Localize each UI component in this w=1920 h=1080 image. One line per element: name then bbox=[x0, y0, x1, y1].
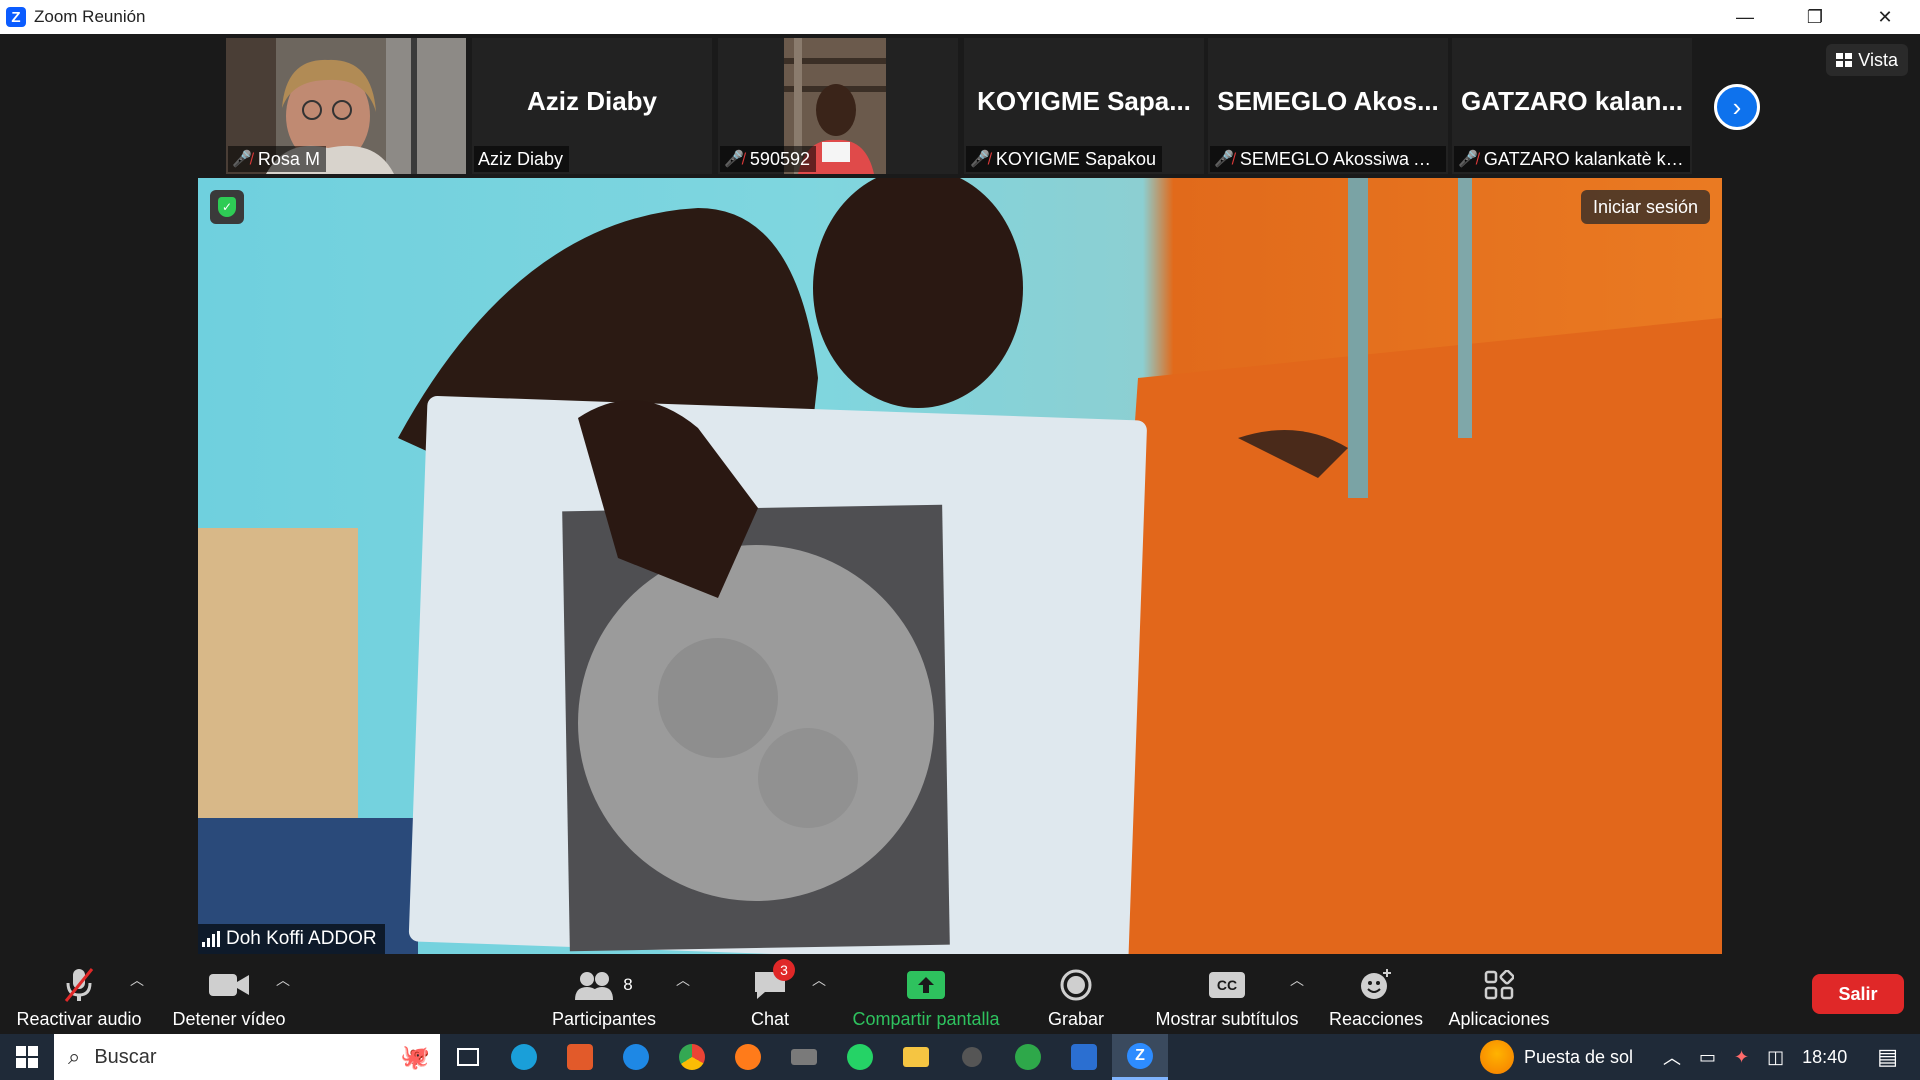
share-screen-icon bbox=[907, 967, 945, 1003]
participant-name-label: 🎤̸ Rosa M bbox=[228, 146, 326, 172]
captions-options-chevron-icon[interactable]: ︿ bbox=[1290, 970, 1304, 990]
octopus-doodle-icon: 🐙 bbox=[400, 1043, 430, 1071]
chrome-icon[interactable] bbox=[664, 1034, 720, 1080]
emoji-add-icon bbox=[1359, 967, 1393, 1003]
mic-muted-icon: 🎤̸ bbox=[1214, 151, 1234, 168]
start-button[interactable] bbox=[0, 1034, 54, 1080]
mic-muted-icon: 🎤̸ bbox=[1458, 151, 1478, 168]
window-controls: — ❐ ✕ bbox=[1710, 0, 1920, 34]
search-icon: ⌕ bbox=[68, 1044, 81, 1069]
signin-button[interactable]: Iniciar sesión bbox=[1580, 190, 1710, 224]
taskbar-search-box[interactable]: ⌕ Buscar 🐙 bbox=[54, 1034, 440, 1080]
office-icon[interactable] bbox=[552, 1034, 608, 1080]
refresh-app-icon[interactable] bbox=[1000, 1034, 1056, 1080]
task-view-icon[interactable] bbox=[440, 1034, 496, 1080]
participant-tile[interactable]: 🎤̸ 590592 bbox=[718, 38, 958, 174]
weather-widget[interactable]: Puesta de sol bbox=[1479, 1040, 1633, 1074]
chevron-up-icon[interactable]: ︿ bbox=[1663, 1044, 1681, 1070]
participants-icon: 8 bbox=[575, 967, 633, 1003]
record-icon bbox=[1060, 967, 1092, 1003]
speaker-name-label: Doh Koffi ADDOR bbox=[198, 924, 385, 954]
mic-muted-icon: 🎤̸ bbox=[970, 151, 990, 168]
leave-meeting-button[interactable]: Salir bbox=[1812, 974, 1904, 1014]
view-button[interactable]: Vista bbox=[1826, 44, 1908, 76]
whatsapp-icon[interactable] bbox=[832, 1034, 888, 1080]
grid-view-icon bbox=[1836, 53, 1853, 67]
participants-count: 8 bbox=[623, 975, 633, 994]
view-button-label: Vista bbox=[1858, 49, 1898, 70]
next-page-button[interactable]: › bbox=[1714, 84, 1760, 130]
edge-icon[interactable] bbox=[496, 1034, 552, 1080]
mail-icon[interactable] bbox=[776, 1034, 832, 1080]
participants-button[interactable]: 8 Participantes bbox=[548, 962, 660, 1030]
meeting-toolbar: Reactivar audio ︿ Detener vídeo ︿ 8 Part… bbox=[0, 956, 1920, 1034]
zoom-logo-icon: Z bbox=[6, 7, 26, 27]
closed-captions-icon: CC bbox=[1209, 967, 1245, 1003]
sunset-icon bbox=[1479, 1040, 1514, 1074]
mic-muted-icon: 🎤̸ bbox=[724, 151, 744, 168]
notifications-icon[interactable]: ▤ bbox=[1877, 1044, 1898, 1070]
signal-strength-icon bbox=[202, 931, 220, 947]
security-shield-icon[interactable]: ✓ bbox=[210, 190, 244, 224]
network-icon[interactable]: ✦ bbox=[1734, 1047, 1749, 1068]
participant-display-name: Aziz Diaby bbox=[526, 86, 658, 116]
participant-name-label: Aziz Diaby bbox=[474, 146, 570, 172]
reactions-button[interactable]: Reacciones bbox=[1326, 962, 1426, 1030]
active-speaker-video: ✓ Iniciar sesión Doh Koffi ADDOR bbox=[198, 178, 1722, 954]
speaker-icon[interactable]: ◫ bbox=[1767, 1047, 1784, 1068]
clock[interactable]: 18:40 bbox=[1802, 1047, 1847, 1068]
participant-name-label: 🎤̸ 590592 bbox=[720, 146, 816, 172]
apps-icon bbox=[1484, 967, 1514, 1003]
windows-taskbar: ⌕ Buscar 🐙 Z Puesta de sol ︿ ▭ ✦ ◫ 18:40… bbox=[0, 1034, 1920, 1080]
search-placeholder: Buscar bbox=[94, 1045, 157, 1068]
participant-display-name: KOYIGME Sapa... bbox=[977, 86, 1191, 116]
window-titlebar: Z Zoom Reunión — ❐ ✕ bbox=[0, 0, 1920, 34]
windows-logo-icon bbox=[16, 1046, 38, 1068]
teamviewer-icon[interactable] bbox=[608, 1034, 664, 1080]
mic-muted-icon: 🎤̸ bbox=[232, 151, 252, 168]
chat-button[interactable]: 3 Chat bbox=[730, 959, 810, 1030]
chat-icon: 3 bbox=[753, 959, 795, 1003]
outlook-icon[interactable] bbox=[1056, 1034, 1112, 1080]
audio-options-chevron-icon[interactable]: ︿ bbox=[130, 970, 144, 990]
video-options-chevron-icon[interactable]: ︿ bbox=[276, 970, 290, 990]
game-icon[interactable] bbox=[944, 1034, 1000, 1080]
participant-name-label: 🎤̸ KOYIGME Sapakou bbox=[966, 146, 1162, 172]
stop-video-button[interactable]: Detener vídeo bbox=[164, 962, 294, 1030]
unmute-audio-button[interactable]: Reactivar audio bbox=[14, 962, 144, 1030]
video-camera-icon bbox=[209, 967, 249, 1003]
show-captions-button[interactable]: CC Mostrar subtítulos bbox=[1144, 962, 1310, 1030]
participants-options-chevron-icon[interactable]: ︿ bbox=[676, 970, 690, 990]
restore-button[interactable]: ❐ bbox=[1780, 0, 1850, 34]
minimize-button[interactable]: — bbox=[1710, 0, 1780, 34]
firefox-icon[interactable] bbox=[720, 1034, 776, 1080]
participant-display-name: GATZARO kalan... bbox=[1461, 86, 1683, 116]
participant-tile[interactable]: Aziz Diaby Aziz Diaby bbox=[472, 38, 712, 174]
file-explorer-icon[interactable] bbox=[888, 1034, 944, 1080]
participant-name-label: 🎤̸ SEMEGLO Akossiwa Ai... bbox=[1210, 146, 1446, 172]
system-tray: Puesta de sol ︿ ▭ ✦ ◫ 18:40 ▤ bbox=[1479, 1034, 1920, 1080]
window-title: Zoom Reunión bbox=[34, 7, 146, 26]
close-button[interactable]: ✕ bbox=[1850, 0, 1920, 34]
zoom-taskbar-icon[interactable]: Z bbox=[1112, 1034, 1168, 1080]
battery-icon[interactable]: ▭ bbox=[1699, 1047, 1716, 1068]
participant-tile[interactable]: KOYIGME Sapa... 🎤̸ KOYIGME Sapakou bbox=[964, 38, 1204, 174]
participant-tile[interactable]: SEMEGLO Akos... 🎤̸ SEMEGLO Akossiwa Ai..… bbox=[1208, 38, 1448, 174]
mic-muted-icon bbox=[62, 967, 96, 1003]
chevron-right-icon: › bbox=[1732, 91, 1742, 122]
share-screen-button[interactable]: Compartir pantalla bbox=[846, 962, 1006, 1030]
participant-display-name: SEMEGLO Akos... bbox=[1217, 86, 1439, 116]
chat-unread-badge: 3 bbox=[773, 959, 795, 981]
participant-strip: 🎤̸ Rosa M Aziz Diaby Aziz Diaby 🎤̸ 59059… bbox=[0, 34, 1920, 176]
record-button[interactable]: Grabar bbox=[1036, 962, 1116, 1030]
speaker-video-frame bbox=[198, 178, 1722, 954]
chat-options-chevron-icon[interactable]: ︿ bbox=[812, 970, 826, 990]
apps-button[interactable]: Aplicaciones bbox=[1444, 962, 1554, 1030]
participant-tile[interactable]: 🎤̸ Rosa M bbox=[226, 38, 466, 174]
participant-name-label: 🎤̸ GATZARO kalankatè ke... bbox=[1454, 146, 1690, 172]
participant-tile[interactable]: GATZARO kalan... 🎤̸ GATZARO kalankatè ke… bbox=[1452, 38, 1692, 174]
